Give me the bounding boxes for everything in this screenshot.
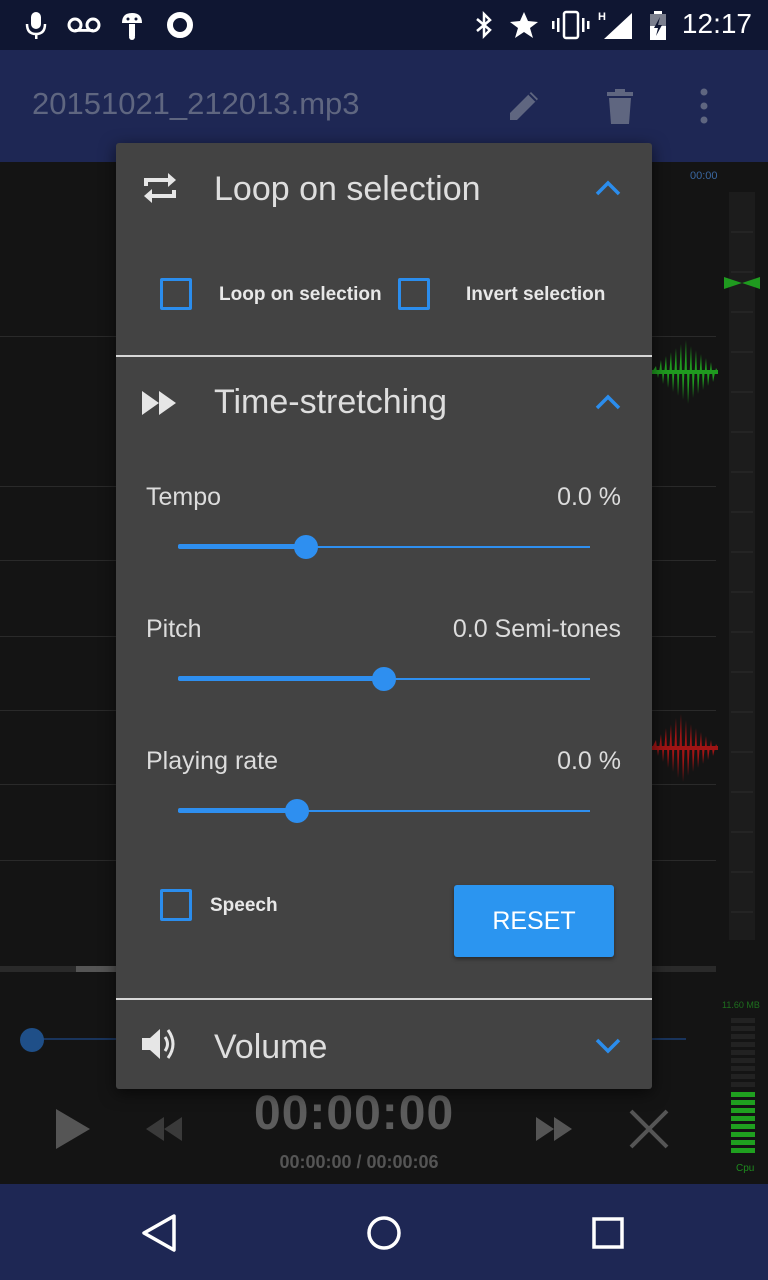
scrollbar-thumb[interactable] (76, 966, 116, 972)
playing-rate-value: 0.0 % (557, 747, 621, 775)
right-channel-waveform (652, 714, 718, 782)
ruler-time-label: 00:00 (690, 170, 718, 182)
battery-icon (642, 9, 674, 41)
memory-usage-label: 11.60 MB (722, 1000, 760, 1010)
playing-rate-slider-fill (178, 808, 298, 813)
invert-selection-label: Invert selection (466, 284, 606, 305)
tempo-value: 0.0 % (557, 483, 621, 511)
microphone-icon (20, 9, 52, 41)
pitch-slider-thumb[interactable] (372, 667, 396, 691)
pitch-label: Pitch (146, 615, 202, 643)
status-clock: 12:17 (681, 8, 752, 39)
delete-icon[interactable] (600, 86, 640, 126)
chevron-up-icon[interactable] (594, 179, 622, 197)
rewind-icon[interactable] (144, 1114, 184, 1144)
chevron-down-icon[interactable] (594, 1036, 622, 1054)
seek-thumb[interactable] (20, 1028, 44, 1052)
loop-section-title: Loop on selection (214, 170, 481, 208)
level-meter (729, 192, 755, 940)
current-time-display: 00:00:00 (254, 1087, 455, 1140)
play-icon[interactable] (52, 1106, 92, 1152)
bluetooth-icon (468, 9, 500, 41)
fast-forward-icon (142, 391, 176, 415)
time-stretching-section-header[interactable]: Time-stretching (116, 357, 652, 447)
edit-icon[interactable] (504, 86, 544, 126)
left-channel-waveform (652, 340, 718, 404)
speech-checkbox[interactable] (160, 889, 192, 921)
close-icon[interactable] (626, 1106, 672, 1152)
circle-app-icon (164, 9, 196, 41)
repeat-icon (144, 173, 176, 203)
time-stretching-section-title: Time-stretching (214, 383, 448, 421)
voicemail-icon (66, 9, 102, 41)
pitch-value: 0.0 Semi-tones (452, 615, 621, 643)
star-icon (508, 9, 540, 41)
speech-label: Speech (210, 895, 278, 916)
reset-button[interactable]: RESET (454, 885, 614, 957)
position-duration-display: 00:00:00 / 00:00:06 (279, 1152, 439, 1172)
volume-section-title: Volume (214, 1028, 328, 1066)
playing-rate-slider-thumb[interactable] (285, 799, 310, 823)
tempo-slider-thumb[interactable] (293, 535, 318, 559)
svg-text:H: H (598, 11, 606, 23)
file-name-title: 20151021_212013.mp3 (32, 86, 360, 121)
tempo-label: Tempo (146, 483, 222, 511)
cpu-meter (731, 1018, 755, 1153)
home-icon[interactable] (359, 1208, 409, 1258)
tempo-slider-fill (178, 544, 306, 549)
status-bar: H 12:17 (0, 0, 768, 50)
back-icon[interactable] (134, 1208, 184, 1258)
fast-forward-icon[interactable] (534, 1114, 574, 1144)
loop-on-selection-checkbox[interactable] (160, 278, 192, 310)
playing-rate-label: Playing rate (146, 747, 279, 775)
android-icon (116, 9, 148, 41)
recents-icon[interactable] (583, 1208, 633, 1258)
invert-selection-checkbox[interactable] (398, 278, 430, 310)
cpu-label: Cpu (736, 1163, 755, 1174)
loop-section-header[interactable]: Loop on selection (116, 143, 652, 233)
chevron-up-icon[interactable] (594, 393, 622, 411)
effects-dialog: Loop on selection Loop on selection Inve… (116, 143, 652, 1089)
loop-on-selection-label: Loop on selection (219, 284, 382, 305)
vibrate-icon (552, 9, 590, 41)
level-marker-icon (724, 277, 760, 289)
level-meter-segments (731, 231, 753, 913)
navigation-bar (0, 1184, 768, 1280)
signal-h-icon: H (598, 9, 634, 41)
volume-icon (142, 1029, 175, 1059)
pitch-slider-fill (178, 676, 384, 681)
volume-section-header[interactable]: Volume (116, 1000, 652, 1089)
more-vert-icon[interactable] (684, 86, 724, 126)
